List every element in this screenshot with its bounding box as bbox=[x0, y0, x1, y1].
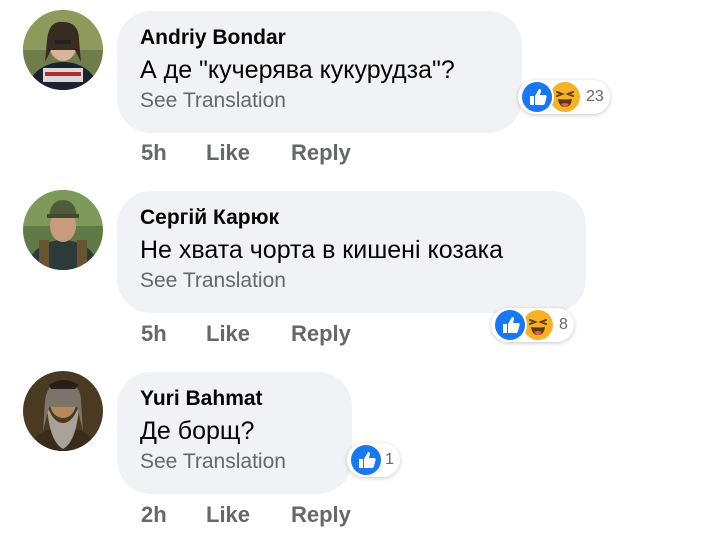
comment-author[interactable]: Сергій Карюк bbox=[140, 205, 586, 231]
comment-text: Де борщ? bbox=[140, 417, 255, 445]
avatar[interactable] bbox=[23, 190, 103, 270]
comment-bubble: Andriy Bondar А де "кучерява кукурудза"?… bbox=[117, 11, 522, 133]
comment-text: А де "кучерява кукурудза"? bbox=[140, 56, 455, 84]
reply-button[interactable]: Reply bbox=[291, 321, 351, 347]
comment-author[interactable]: Yuri Bahmat bbox=[140, 386, 352, 412]
see-translation-link[interactable]: See Translation bbox=[140, 449, 352, 475]
comment-time[interactable]: 5h bbox=[141, 140, 167, 166]
comment-time[interactable]: 5h bbox=[141, 321, 167, 347]
comment-bubble: Yuri Bahmat Де борщ? See Translation bbox=[117, 372, 352, 494]
reaction-summary[interactable]: 8 bbox=[491, 308, 574, 342]
reaction-summary[interactable]: 23 bbox=[518, 80, 610, 114]
like-icon bbox=[520, 80, 554, 114]
avatar[interactable] bbox=[23, 10, 103, 90]
see-translation-link[interactable]: See Translation bbox=[140, 88, 522, 114]
reaction-count: 8 bbox=[559, 316, 568, 333]
like-icon bbox=[349, 443, 383, 477]
reply-button[interactable]: Reply bbox=[291, 502, 351, 528]
see-translation-link[interactable]: See Translation bbox=[140, 268, 586, 294]
like-button[interactable]: Like bbox=[206, 502, 250, 528]
comment-bubble: Сергій Карюк Не хвата чорта в кишені коз… bbox=[117, 191, 586, 313]
comment-time[interactable]: 2h bbox=[141, 502, 167, 528]
like-button[interactable]: Like bbox=[206, 321, 250, 347]
reply-button[interactable]: Reply bbox=[291, 140, 351, 166]
like-button[interactable]: Like bbox=[206, 140, 250, 166]
reaction-count: 1 bbox=[385, 451, 394, 468]
avatar[interactable] bbox=[23, 371, 103, 451]
like-icon bbox=[493, 308, 527, 342]
comment-text: Не хвата чорта в кишені козака bbox=[140, 236, 504, 264]
comment-author[interactable]: Andriy Bondar bbox=[140, 25, 522, 51]
reaction-count: 23 bbox=[586, 88, 604, 105]
reaction-summary[interactable]: 1 bbox=[347, 443, 400, 477]
